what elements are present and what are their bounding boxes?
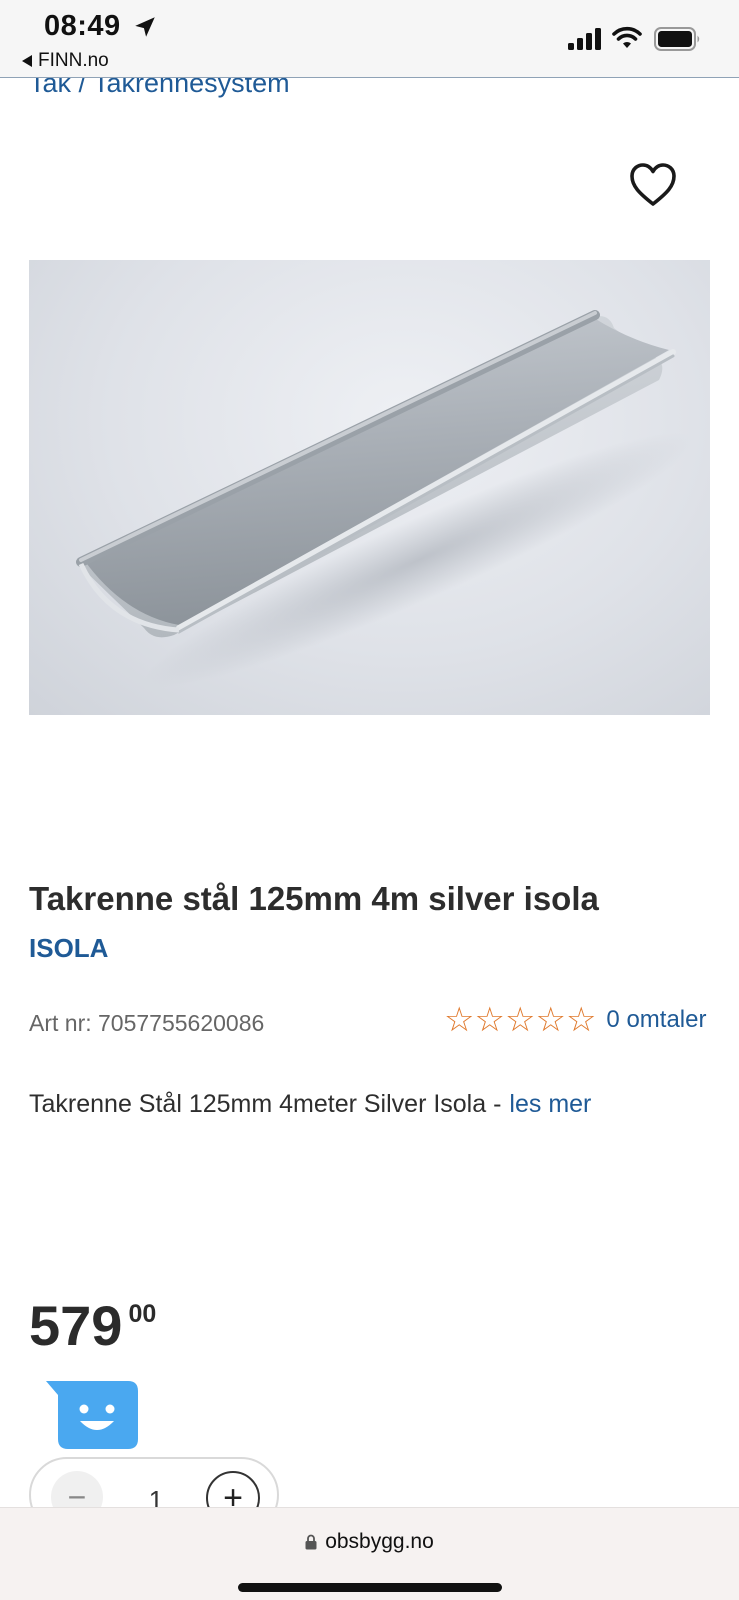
star-icon: ☆ [535,1001,566,1039]
lock-icon [305,1534,317,1550]
url-text: obsbygg.no [325,1530,434,1553]
star-icon: ☆ [504,1001,536,1039]
article-number: Art nr: 7057755620086 [29,1010,265,1036]
url-display[interactable]: obsbygg.no [0,1530,739,1554]
favorite-heart-icon[interactable] [629,162,677,208]
star-icon: ☆ [444,1001,475,1039]
star-icon: ☆ [565,1001,597,1039]
rating-stars: ☆ ☆ ☆ ☆ ☆ [444,1001,597,1039]
description-text: Takrenne Stål 125mm 4meter Silver Isola … [29,1090,502,1118]
product-title: Takrenne stål 125mm 4m silver isola [29,880,599,917]
read-more-link[interactable]: les mer [509,1090,591,1118]
reviews-link[interactable]: 0 omtaler [606,1006,706,1034]
product-image[interactable] [29,260,710,715]
home-indicator[interactable] [238,1583,502,1592]
back-to-app-link[interactable]: FINN.no [22,50,109,72]
back-app-label: FINN.no [38,50,109,71]
back-triangle-icon [22,55,32,67]
price-integer: 579 [29,1294,123,1357]
status-bar: 08:49 FINN.no [0,0,739,78]
price: 579 00 [29,1296,156,1356]
rating[interactable]: ☆ ☆ ☆ ☆ ☆ 0 omtaler [444,1001,706,1039]
cellular-signal-icon [568,28,601,50]
star-icon: ☆ [474,1001,505,1039]
status-time: 08:49 [44,10,121,42]
browser-url-bar[interactable]: obsbygg.no [0,1507,739,1600]
location-arrow-icon [135,17,155,37]
gutter-illustration [76,310,694,688]
brand-link[interactable]: ISOLA [29,933,108,964]
chat-bot-icon[interactable] [44,1381,138,1449]
battery-icon [654,27,700,51]
product-description: Takrenne Stål 125mm 4meter Silver Isola … [29,1090,591,1119]
price-decimals: 00 [128,1300,157,1328]
wifi-icon [612,26,642,48]
